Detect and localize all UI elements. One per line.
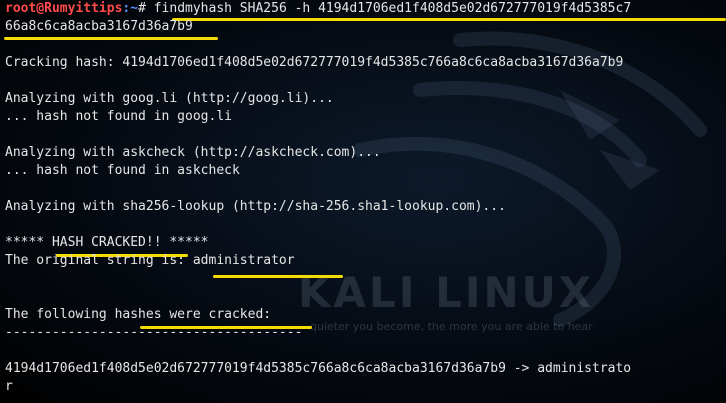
prompt-line: root@Rumyittips:~# findmyhash SHA256 -h … (5, 0, 726, 18)
prompt-dir: :~ (122, 1, 139, 16)
cracking-line: Cracking hash: 4194d1706ed1f408d5e02d672… (5, 55, 624, 70)
result-line: 4194d1706ed1f408d5e02d672777019f4d5385c7… (5, 361, 632, 376)
dashes-separator: -------------------------------------- (5, 325, 303, 340)
analyzing-sha256-line: Analyzing with sha256-lookup (http://sha… (5, 199, 506, 214)
original-string-label: The original string is: (5, 253, 193, 268)
following-hashes-line: The following hashes were cracked: (5, 307, 272, 322)
analyzing-googli-line: Analyzing with goog.li (http://goog.li).… (5, 91, 334, 106)
prompt-user-host: root@Rumyittips (5, 1, 123, 16)
notfound-googli-line: ... hash not found in goog.li (5, 109, 232, 124)
terminal-window[interactable]: KALI LINUX quieter you become, the more … (0, 0, 726, 403)
result-wrap-line: r (5, 379, 13, 394)
command-text: findmyhash SHA256 -h 4194d1706ed1f408d5e… (153, 1, 632, 16)
original-string-value: administrator (192, 253, 295, 268)
prompt-symbol: # (138, 1, 154, 16)
original-string-line: The original string is: administrator (5, 252, 726, 270)
hash-cracked-banner: ***** HASH CRACKED!! ***** (5, 235, 209, 250)
terminal-output: root@Rumyittips:~# findmyhash SHA256 -h … (5, 0, 726, 396)
command-wrap-line: 66a8c6ca8acba3167d36a7b9 (5, 19, 193, 34)
notfound-askcheck-line: ... hash not found in askcheck (5, 163, 240, 178)
analyzing-askcheck-line: Analyzing with askcheck (http://askcheck… (5, 145, 381, 160)
